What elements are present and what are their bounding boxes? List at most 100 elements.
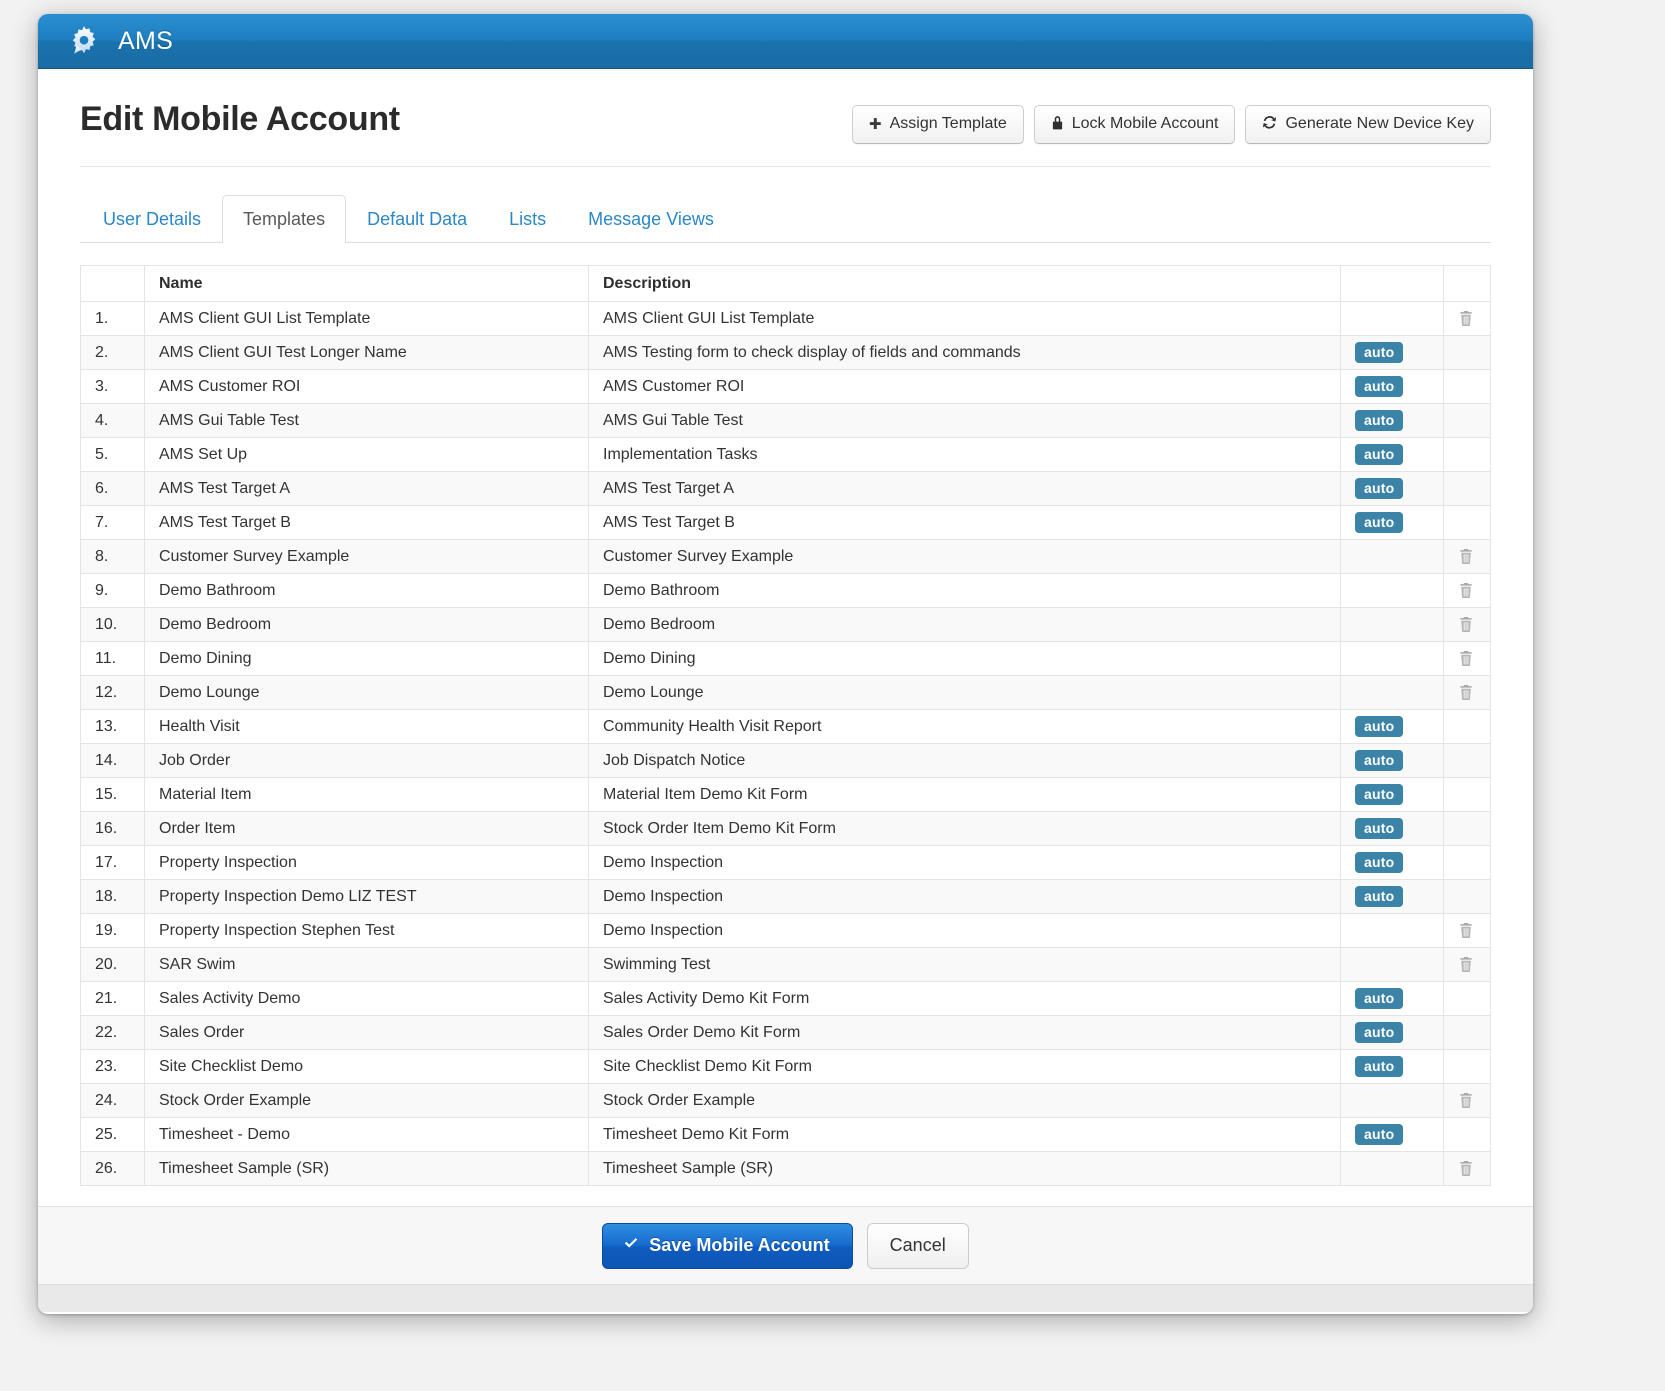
table-row: 5.AMS Set UpImplementation Tasksauto: [81, 438, 1491, 472]
row-name: AMS Client GUI List Template: [145, 302, 589, 336]
table-row: 1.AMS Client GUI List TemplateAMS Client…: [81, 302, 1491, 336]
row-auto-cell: auto: [1341, 1050, 1444, 1084]
table-row: 11.Demo DiningDemo Dining: [81, 642, 1491, 676]
tab-templates[interactable]: Templates: [222, 195, 346, 243]
row-auto-cell: auto: [1341, 710, 1444, 744]
row-description: Timesheet Demo Kit Form: [589, 1118, 1341, 1152]
row-delete-cell: [1444, 880, 1491, 914]
row-auto-cell: [1341, 608, 1444, 642]
row-delete-cell[interactable]: [1444, 1152, 1491, 1186]
row-description: Demo Dining: [589, 642, 1341, 676]
row-index: 12.: [81, 676, 145, 710]
trash-icon[interactable]: [1458, 310, 1475, 327]
row-index: 5.: [81, 438, 145, 472]
row-delete-cell[interactable]: [1444, 540, 1491, 574]
trash-icon[interactable]: [1458, 956, 1475, 973]
row-delete-cell[interactable]: [1444, 948, 1491, 982]
row-delete-cell: [1444, 846, 1491, 880]
generate-new-device-key-button[interactable]: Generate New Device Key: [1245, 105, 1491, 144]
table-header-row: Name Description: [81, 266, 1491, 302]
row-auto-cell: auto: [1341, 506, 1444, 540]
row-delete-cell[interactable]: [1444, 574, 1491, 608]
tab-bar: User Details Templates Default Data List…: [80, 195, 1491, 243]
row-name: AMS Client GUI Test Longer Name: [145, 336, 589, 370]
row-auto-cell: [1341, 914, 1444, 948]
row-index: 6.: [81, 472, 145, 506]
row-description: Demo Bedroom: [589, 608, 1341, 642]
row-index: 25.: [81, 1118, 145, 1152]
row-name: SAR Swim: [145, 948, 589, 982]
row-delete-cell: [1444, 710, 1491, 744]
cancel-button[interactable]: Cancel: [867, 1223, 969, 1269]
table-row: 25.Timesheet - DemoTimesheet Demo Kit Fo…: [81, 1118, 1491, 1152]
trash-icon[interactable]: [1458, 1160, 1475, 1177]
tab-default-data[interactable]: Default Data: [346, 195, 488, 243]
trash-icon[interactable]: [1458, 616, 1475, 633]
assign-template-button[interactable]: ✚ Assign Template: [852, 105, 1024, 144]
trash-icon[interactable]: [1458, 684, 1475, 701]
auto-badge: auto: [1355, 818, 1403, 839]
row-description: Material Item Demo Kit Form: [589, 778, 1341, 812]
row-delete-cell: [1444, 370, 1491, 404]
table-row: 3.AMS Customer ROIAMS Customer ROIauto: [81, 370, 1491, 404]
footer-strip: [38, 1284, 1533, 1312]
templates-table-head: Name Description: [81, 266, 1491, 302]
column-header-auto: [1341, 266, 1444, 302]
table-row: 16.Order ItemStock Order Item Demo Kit F…: [81, 812, 1491, 846]
row-description: AMS Testing form to check display of fie…: [589, 336, 1341, 370]
row-description: AMS Client GUI List Template: [589, 302, 1341, 336]
row-auto-cell: [1341, 574, 1444, 608]
row-delete-cell[interactable]: [1444, 608, 1491, 642]
row-index: 20.: [81, 948, 145, 982]
row-description: Site Checklist Demo Kit Form: [589, 1050, 1341, 1084]
tab-user-details[interactable]: User Details: [82, 195, 222, 243]
trash-icon[interactable]: [1458, 650, 1475, 667]
auto-badge: auto: [1355, 1056, 1403, 1077]
row-name: Job Order: [145, 744, 589, 778]
lock-mobile-account-button[interactable]: Lock Mobile Account: [1034, 105, 1236, 144]
row-delete-cell: [1444, 506, 1491, 540]
table-row: 6.AMS Test Target AAMS Test Target Aauto: [81, 472, 1491, 506]
page-title: Edit Mobile Account: [80, 99, 400, 140]
trash-icon[interactable]: [1458, 582, 1475, 599]
row-index: 3.: [81, 370, 145, 404]
column-header-delete: [1444, 266, 1491, 302]
row-name: AMS Gui Table Test: [145, 404, 589, 438]
row-delete-cell[interactable]: [1444, 914, 1491, 948]
save-mobile-account-button[interactable]: Save Mobile Account: [602, 1223, 852, 1269]
row-delete-cell[interactable]: [1444, 1084, 1491, 1118]
row-name: Demo Dining: [145, 642, 589, 676]
row-description: AMS Test Target A: [589, 472, 1341, 506]
row-description: Demo Lounge: [589, 676, 1341, 710]
tab-lists[interactable]: Lists: [488, 195, 567, 243]
row-auto-cell: [1341, 676, 1444, 710]
row-name: Property Inspection: [145, 846, 589, 880]
trash-icon[interactable]: [1458, 1092, 1475, 1109]
row-auto-cell: auto: [1341, 336, 1444, 370]
table-row: 18.Property Inspection Demo LIZ TESTDemo…: [81, 880, 1491, 914]
tab-message-views[interactable]: Message Views: [567, 195, 735, 243]
row-name: Stock Order Example: [145, 1084, 589, 1118]
row-delete-cell: [1444, 336, 1491, 370]
trash-icon[interactable]: [1458, 548, 1475, 565]
row-auto-cell: auto: [1341, 880, 1444, 914]
row-auto-cell: [1341, 1152, 1444, 1186]
row-auto-cell: [1341, 302, 1444, 336]
row-name: Health Visit: [145, 710, 589, 744]
auto-badge: auto: [1355, 852, 1403, 873]
row-name: Demo Bedroom: [145, 608, 589, 642]
templates-table-wrapper: Name Description 1.AMS Client GUI List T…: [80, 243, 1491, 1194]
table-row: 24.Stock Order ExampleStock Order Exampl…: [81, 1084, 1491, 1118]
row-name: Sales Order: [145, 1016, 589, 1050]
trash-icon[interactable]: [1458, 922, 1475, 939]
row-index: 19.: [81, 914, 145, 948]
auto-badge: auto: [1355, 342, 1403, 363]
column-header-index: [81, 266, 145, 302]
row-description: Sales Activity Demo Kit Form: [589, 982, 1341, 1016]
row-description: Demo Inspection: [589, 880, 1341, 914]
assign-template-label: Assign Template: [890, 115, 1007, 133]
row-delete-cell[interactable]: [1444, 302, 1491, 336]
row-delete-cell[interactable]: [1444, 676, 1491, 710]
row-delete-cell[interactable]: [1444, 642, 1491, 676]
row-index: 9.: [81, 574, 145, 608]
